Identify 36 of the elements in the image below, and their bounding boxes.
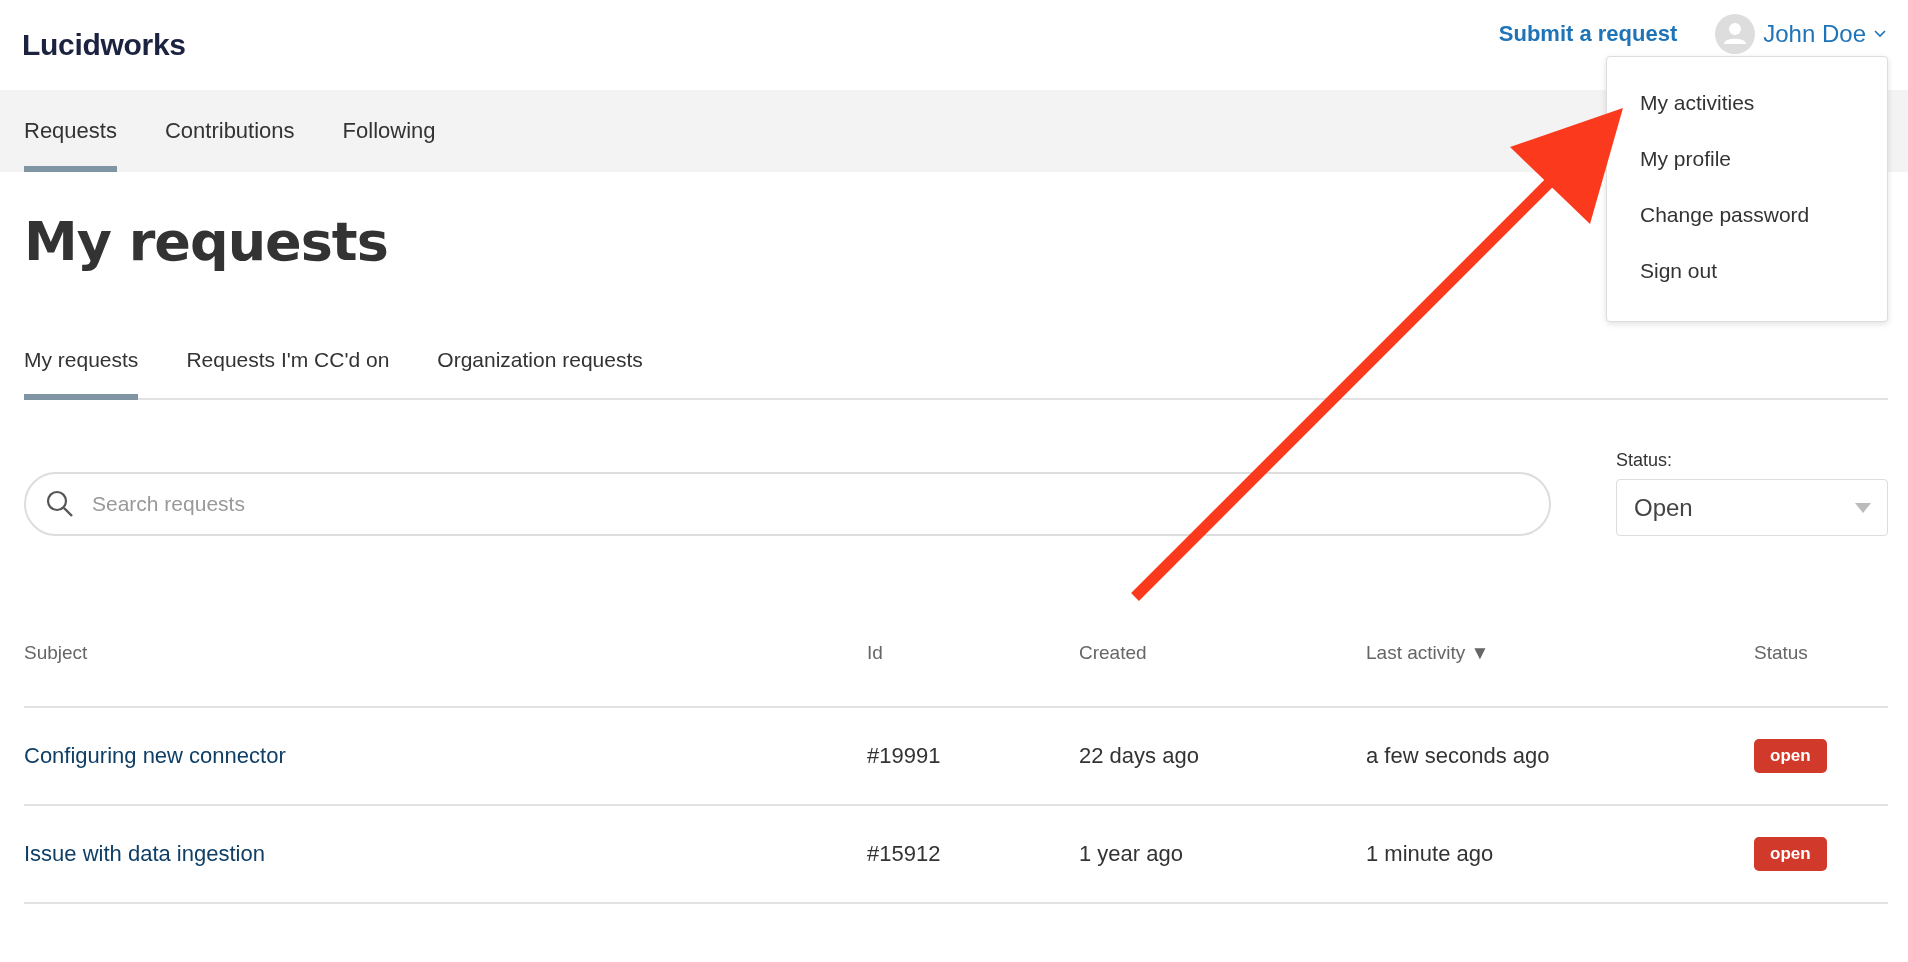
status-badge: open <box>1754 739 1827 773</box>
table-cell: #19991 <box>867 743 941 768</box>
menu-item[interactable]: Sign out <box>1640 243 1718 299</box>
nav-tab[interactable]: Contributions <box>164 90 295 172</box>
status-dropdown[interactable]: Open <box>1616 479 1888 536</box>
table-cell: #15912 <box>867 841 941 866</box>
menu-item[interactable]: My activities <box>1640 75 1755 131</box>
logo: Lucidworks <box>22 28 186 62</box>
nav-tab[interactable]: Following <box>342 90 436 172</box>
menu-item[interactable]: My profile <box>1640 131 1732 187</box>
column-header: Created <box>1079 642 1147 664</box>
search-icon <box>46 490 74 518</box>
filter-tab[interactable]: Requests I'm CC'd on <box>186 296 390 400</box>
column-header[interactable]: Last activity ▼ <box>1366 642 1490 664</box>
request-link[interactable]: Issue with data ingestion <box>24 841 265 866</box>
request-link[interactable]: Configuring new connector <box>24 743 286 768</box>
filter-tab[interactable]: My requests <box>24 296 139 400</box>
menu-item[interactable]: Change password <box>1640 187 1810 243</box>
search-field[interactable]: Search requests <box>24 472 1551 536</box>
avatar-icon <box>1715 14 1756 54</box>
status-label: Status: <box>1616 450 1674 471</box>
column-header: Subject <box>24 642 88 664</box>
table-cell: 1 minute ago <box>1366 841 1494 866</box>
nav-tab[interactable]: Requests <box>24 90 117 172</box>
table-cell: 22 days ago <box>1079 743 1199 768</box>
user-menu-button[interactable]: John Doe <box>1715 14 1886 54</box>
table-cell: 1 year ago <box>1079 841 1183 866</box>
page-title: My requests <box>24 210 388 273</box>
caret-icon <box>1874 30 1886 38</box>
column-header: Id <box>867 642 883 664</box>
submit-request-link[interactable]: Submit a request <box>1498 21 1678 47</box>
filter-tab[interactable]: Organization requests <box>437 296 643 400</box>
dropdown-arrow-icon <box>1855 502 1871 513</box>
status-badge: open <box>1754 837 1827 871</box>
column-header: Status <box>1754 642 1808 664</box>
table-cell: a few seconds ago <box>1366 743 1550 768</box>
